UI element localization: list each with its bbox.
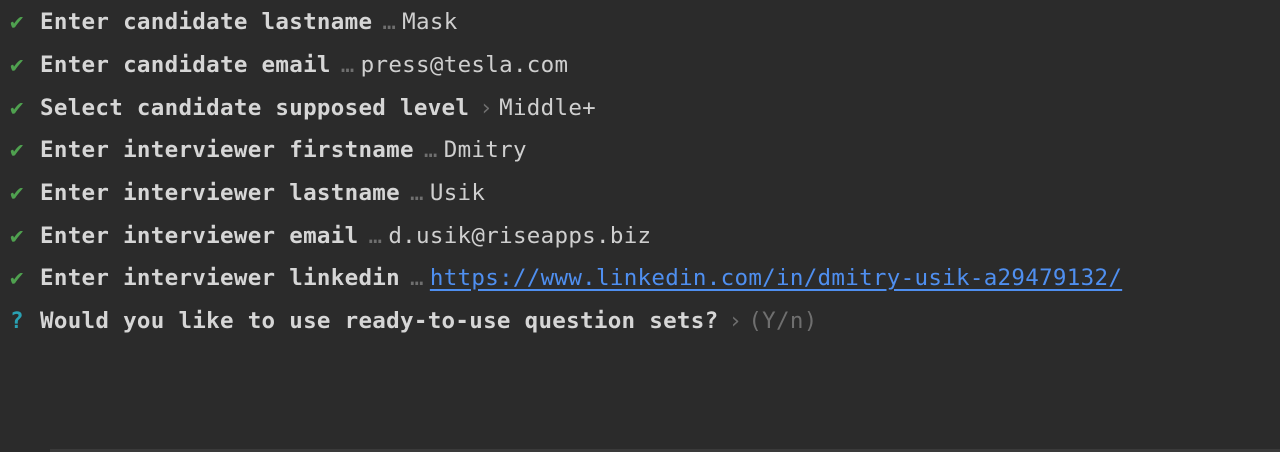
answer-value: press@tesla.com — [360, 52, 569, 78]
prompt-line-candidate-email: ✔ Enter candidate email … press@tesla.com — [10, 50, 568, 80]
prompt-label: Enter interviewer linkedin — [40, 265, 400, 291]
prompt-line-interviewer-linkedin: ✔ Enter interviewer linkedin … https://www.… — [10, 263, 1122, 293]
prompt-line-interviewer-firstname: ✔ Enter interviewer firstname … Dmitry — [10, 135, 527, 165]
check-icon: ✔ — [10, 137, 24, 163]
prompt-label: Enter interviewer lastname — [40, 180, 400, 206]
prompt-line-interviewer-lastname: ✔ Enter interviewer lastname … Usik — [10, 178, 485, 208]
ellipsis-separator: … — [340, 52, 355, 78]
question-icon: ? — [10, 308, 24, 334]
default-answer-hint[interactable]: (Y/n) — [748, 308, 817, 334]
prompt-label: Enter interviewer firstname — [40, 137, 414, 163]
prompt-label: Enter interviewer email — [40, 223, 359, 249]
ellipsis-separator: … — [423, 137, 438, 163]
prompt-label: Enter candidate email — [40, 52, 331, 78]
prompt-label: Enter candidate lastname — [40, 9, 373, 35]
ellipsis-separator: … — [410, 180, 424, 206]
prompt-line-candidate-lastname: ✔ Enter candidate lastname … Mask — [10, 7, 458, 37]
chevron-separator: › — [479, 95, 494, 121]
answer-value: Middle+ — [499, 95, 597, 121]
check-icon: ✔ — [10, 223, 24, 249]
answer-value: d.usik@riseapps.biz — [388, 223, 652, 249]
chevron-separator: › — [728, 308, 743, 334]
check-icon: ✔ — [10, 9, 24, 35]
check-icon: ✔ — [10, 52, 24, 78]
ellipsis-separator: … — [410, 265, 424, 291]
check-icon: ✔ — [10, 265, 24, 291]
prompt-line-candidate-level: ✔ Select candidate supposed level › Middle+ — [10, 93, 596, 123]
linkedin-link[interactable]: https://www.linkedin.com/in/dmitry-usik-… — [430, 265, 1122, 291]
check-icon: ✔ — [10, 180, 24, 206]
check-icon: ✔ — [10, 95, 24, 121]
prompt-label: Would you like to use ready-to-use quest… — [40, 308, 719, 334]
answer-value: Mask — [402, 9, 458, 35]
ellipsis-separator: … — [368, 223, 383, 249]
prompt-line-interviewer-email: ✔ Enter interviewer email … d.usik@riseapps… — [10, 221, 651, 251]
answer-value: Dmitry — [443, 137, 527, 163]
prompt-label: Select candidate supposed level — [40, 95, 470, 121]
answer-value: Usik — [429, 180, 486, 206]
prompt-line-question-sets: ? Would you like to use ready-to-use ques… — [10, 306, 818, 336]
terminal-output: ✔ Enter candidate lastname… Mask ✔ Enter ca… — [0, 0, 1280, 452]
ellipsis-separator: … — [382, 9, 397, 35]
